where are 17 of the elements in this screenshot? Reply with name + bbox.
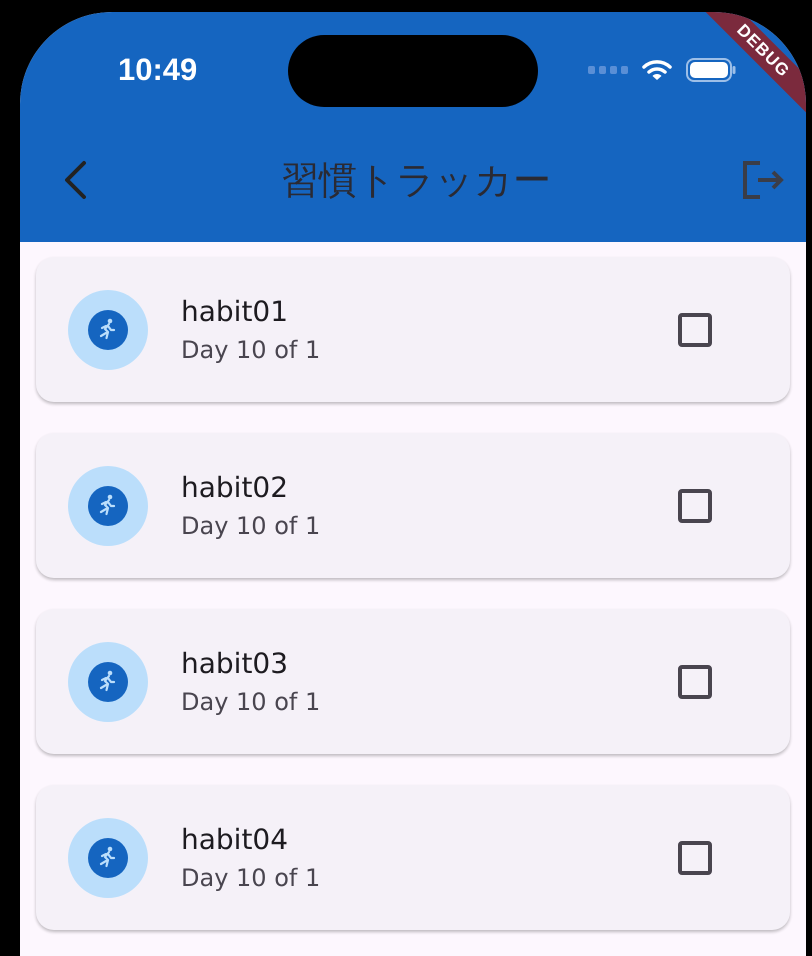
signal-icon [588, 66, 628, 74]
habit-checkbox[interactable] [678, 312, 712, 346]
habit-name: habit02 [181, 471, 290, 504]
habit-name: habit04 [181, 823, 290, 856]
running-person-icon [88, 310, 128, 350]
battery-icon [686, 58, 736, 82]
app-title: 習慣トラッカー [280, 156, 552, 204]
habit-name: habit01 [181, 295, 290, 328]
running-person-icon [88, 838, 128, 878]
wifi-icon [642, 59, 672, 81]
habit-name: habit03 [181, 647, 290, 680]
habit-checkbox[interactable] [678, 840, 712, 874]
status-time: 10:49 [118, 52, 198, 88]
habit-checkbox[interactable] [678, 664, 712, 698]
running-person-icon [88, 662, 128, 702]
habit-checkbox[interactable] [678, 488, 712, 522]
running-person-icon [88, 486, 128, 526]
